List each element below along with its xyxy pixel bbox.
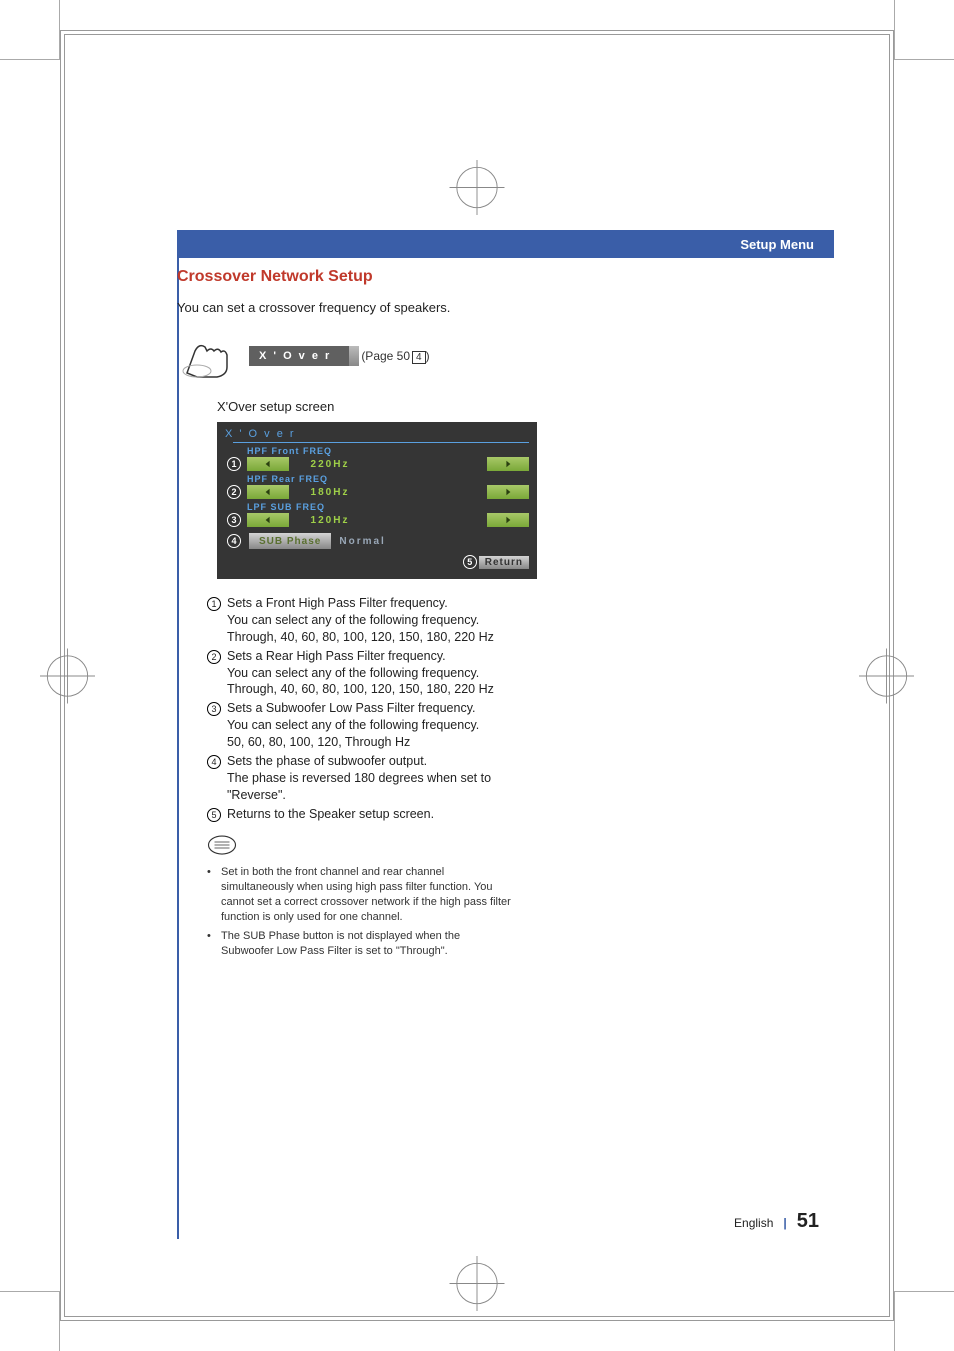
ds-title: X ' O v e r bbox=[225, 428, 529, 440]
registration-mark-icon bbox=[859, 648, 914, 703]
crop-mark bbox=[0, 0, 60, 60]
footer-language: English bbox=[734, 1216, 773, 1230]
page-reference: (Page 504) bbox=[361, 349, 429, 364]
page-ref-box: 4 bbox=[412, 351, 426, 364]
note-icon bbox=[207, 834, 237, 856]
page-number: 51 bbox=[797, 1210, 819, 1233]
ds-value: 180Hz bbox=[295, 487, 365, 498]
note-text: Set in both the front channel and rear c… bbox=[221, 865, 512, 924]
hand-pointer-icon bbox=[177, 331, 237, 381]
ds-phase-row: 4 SUB Phase Normal bbox=[247, 533, 529, 549]
decrease-button[interactable] bbox=[247, 457, 289, 471]
ds-row-label: HPF Rear FREQ bbox=[247, 474, 529, 484]
callout-badge: 4 bbox=[227, 534, 241, 548]
crop-mark bbox=[0, 1291, 60, 1351]
item-text: Sets the phase of subwoofer output.The p… bbox=[227, 753, 507, 804]
sub-phase-button[interactable]: SUB Phase bbox=[249, 533, 331, 549]
footer: English | 51 bbox=[734, 1210, 819, 1233]
ds-value: 220Hz bbox=[295, 459, 365, 470]
navigation-hint: X ' O v e r (Page 504) bbox=[177, 331, 827, 381]
subheading: X'Over setup screen bbox=[217, 399, 827, 414]
content-area: Crossover Network Setup You can set a cr… bbox=[177, 268, 827, 962]
list-item: 1Sets a Front High Pass Filter frequency… bbox=[207, 595, 507, 646]
item-text: Sets a Subwoofer Low Pass Filter frequen… bbox=[227, 700, 507, 751]
item-number: 4 bbox=[207, 753, 221, 804]
callout-badge: 1 bbox=[227, 457, 241, 471]
note-item: •The SUB Phase button is not displayed w… bbox=[207, 929, 512, 959]
description-list: 1Sets a Front High Pass Filter frequency… bbox=[207, 595, 507, 822]
item-number: 5 bbox=[207, 806, 221, 823]
section-title: Crossover Network Setup bbox=[177, 268, 827, 286]
list-item: 3Sets a Subwoofer Low Pass Filter freque… bbox=[207, 700, 507, 751]
ds-row-label: HPF Front FREQ bbox=[247, 446, 529, 456]
xover-tab-label: X ' O v e r bbox=[259, 350, 331, 362]
list-item: 2Sets a Rear High Pass Filter frequency.… bbox=[207, 648, 507, 699]
notes-list: •Set in both the front channel and rear … bbox=[207, 865, 512, 958]
note-item: •Set in both the front channel and rear … bbox=[207, 865, 512, 924]
device-screen: X ' O v e r HPF Front FREQ 1 220Hz HPF R… bbox=[217, 422, 537, 579]
registration-mark-icon bbox=[40, 648, 95, 703]
item-number: 1 bbox=[207, 595, 221, 646]
list-item: 4Sets the phase of subwoofer output.The … bbox=[207, 753, 507, 804]
item-number: 2 bbox=[207, 648, 221, 699]
callout-badge: 3 bbox=[227, 513, 241, 527]
decrease-button[interactable] bbox=[247, 485, 289, 499]
registration-mark-icon bbox=[450, 1256, 505, 1311]
callout-badge: 5 bbox=[463, 555, 477, 569]
ds-return-row: 5 Return bbox=[247, 555, 529, 569]
return-button[interactable]: Return bbox=[479, 556, 529, 569]
ds-row-label: LPF SUB FREQ bbox=[247, 502, 529, 512]
item-number: 3 bbox=[207, 700, 221, 751]
callout-badge: 2 bbox=[227, 485, 241, 499]
ds-value: 120Hz bbox=[295, 515, 365, 526]
page-ref-prefix: (Page 50 bbox=[361, 349, 410, 363]
registration-mark-icon bbox=[450, 160, 505, 215]
item-text: Sets a Rear High Pass Filter frequency.Y… bbox=[227, 648, 507, 699]
bullet-dot: • bbox=[207, 929, 215, 959]
ds-row: 2 180Hz bbox=[247, 485, 529, 499]
increase-button[interactable] bbox=[487, 513, 529, 527]
note-text: The SUB Phase button is not displayed wh… bbox=[221, 929, 512, 959]
item-text: Returns to the Speaker setup screen. bbox=[227, 806, 507, 823]
header-bar: Setup Menu bbox=[177, 230, 834, 258]
increase-button[interactable] bbox=[487, 485, 529, 499]
footer-separator: | bbox=[783, 1216, 786, 1230]
ds-row: 3 120Hz bbox=[247, 513, 529, 527]
page-ref-suffix: ) bbox=[426, 349, 430, 363]
item-text: Sets a Front High Pass Filter frequency.… bbox=[227, 595, 507, 646]
header-title: Setup Menu bbox=[740, 237, 814, 252]
ds-row: 1 220Hz bbox=[247, 457, 529, 471]
sub-phase-value: Normal bbox=[339, 536, 385, 547]
xover-tab[interactable]: X ' O v e r bbox=[249, 346, 349, 366]
bullet-dot: • bbox=[207, 865, 215, 924]
crop-mark bbox=[894, 0, 954, 60]
list-item: 5 Returns to the Speaker setup screen. bbox=[207, 806, 507, 823]
increase-button[interactable] bbox=[487, 457, 529, 471]
intro-text: You can set a crossover frequency of spe… bbox=[177, 300, 827, 315]
crop-mark bbox=[894, 1291, 954, 1351]
decrease-button[interactable] bbox=[247, 513, 289, 527]
